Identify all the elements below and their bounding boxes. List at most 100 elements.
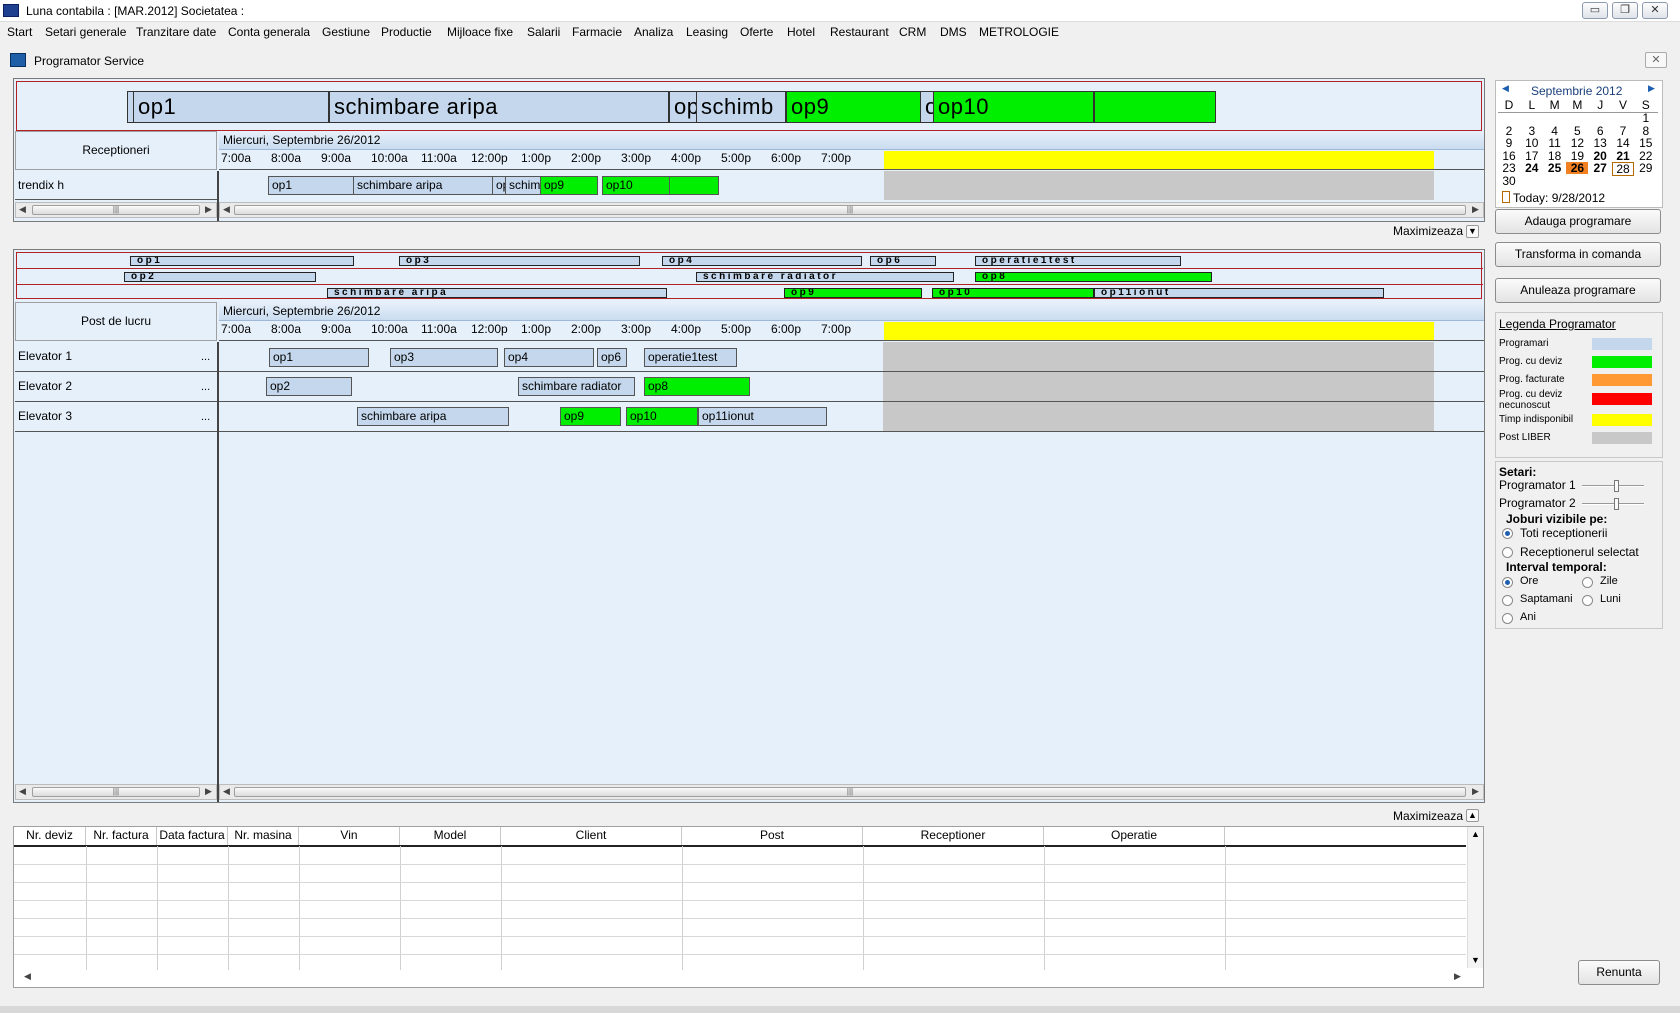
calendar-day[interactable]: 19 bbox=[1566, 150, 1588, 162]
scroll-right-icon[interactable]: ▶ bbox=[205, 786, 212, 797]
calendar-day[interactable]: 28 bbox=[1612, 162, 1634, 176]
restore-button[interactable]: ❐ bbox=[1612, 2, 1638, 19]
post-row-more[interactable]: ... bbox=[201, 411, 210, 423]
column-header[interactable]: Nr. deviz bbox=[14, 827, 86, 845]
scroll-right-icon[interactable]: ▶ bbox=[1472, 204, 1479, 215]
menu-hotel[interactable]: Hotel bbox=[787, 25, 815, 39]
close-button[interactable]: ✕ bbox=[1642, 2, 1668, 19]
table-row[interactable] bbox=[14, 864, 1466, 865]
column-header[interactable]: Nr. factura bbox=[86, 827, 157, 845]
appointment[interactable]: schimbare radiator bbox=[518, 377, 635, 396]
appointment[interactable]: schimbare aripa bbox=[353, 176, 493, 195]
empty-schedule-area[interactable] bbox=[219, 433, 1484, 783]
calendar-day[interactable]: 2 bbox=[1498, 125, 1520, 137]
programator1-slider-handle[interactable] bbox=[1614, 480, 1619, 492]
column-header[interactable]: Post bbox=[682, 827, 863, 845]
calendar-day[interactable]: 21 bbox=[1612, 150, 1634, 162]
column-header[interactable]: Data factura bbox=[157, 827, 228, 845]
calendar-day[interactable]: 3 bbox=[1521, 125, 1543, 137]
menu-farmacie[interactable]: Farmacie bbox=[572, 25, 622, 39]
today-link[interactable]: Today: 9/28/2012 bbox=[1513, 191, 1605, 205]
calendar-day[interactable]: 24 bbox=[1521, 162, 1543, 174]
jobs-selected-label[interactable]: Receptionerul selectat bbox=[1520, 545, 1639, 559]
interval-ani-radio[interactable] bbox=[1502, 613, 1513, 624]
post-row-label[interactable]: Elevator 2 bbox=[15, 372, 217, 402]
column-header[interactable]: Client bbox=[501, 827, 682, 845]
menu-start[interactable]: Start bbox=[7, 25, 32, 39]
grid-horizontal-scrollbar[interactable]: ◀ ||| ▶ bbox=[219, 784, 1484, 800]
calendar-day[interactable]: 18 bbox=[1544, 150, 1566, 162]
column-header[interactable]: Nr. masina bbox=[228, 827, 299, 845]
appointment[interactable]: op10 bbox=[602, 176, 670, 195]
table-row[interactable] bbox=[14, 900, 1466, 901]
interval-saptamani-radio[interactable] bbox=[1502, 595, 1513, 606]
grid-horizontal-scrollbar[interactable]: ◀ ||| ▶ bbox=[219, 202, 1484, 218]
calendar-day[interactable]: 6 bbox=[1589, 125, 1611, 137]
appointment[interactable]: op6 bbox=[597, 348, 627, 367]
overview-bar[interactable]: o bbox=[920, 91, 934, 123]
overview-bar[interactable]: op10 bbox=[933, 91, 1094, 123]
menu-crm[interactable]: CRM bbox=[899, 25, 926, 39]
programator2-slider[interactable] bbox=[1582, 503, 1644, 505]
scroll-left-icon[interactable]: ◀ bbox=[19, 786, 26, 797]
prev-month-icon[interactable]: ◀ bbox=[1502, 83, 1509, 94]
calendar-day[interactable]: 12 bbox=[1566, 137, 1588, 149]
calendar-day[interactable]: 13 bbox=[1589, 137, 1611, 149]
calendar-day[interactable]: 9 bbox=[1498, 137, 1520, 149]
calendar-day[interactable]: 7 bbox=[1612, 125, 1634, 137]
scroll-right-icon[interactable]: ▶ bbox=[205, 204, 212, 215]
minimize-button[interactable]: ▭ bbox=[1582, 2, 1608, 19]
post-row-more[interactable]: ... bbox=[201, 381, 210, 393]
programator1-slider[interactable] bbox=[1582, 485, 1644, 487]
transform-to-order-button[interactable]: Transforma in comanda bbox=[1495, 242, 1661, 267]
appointment[interactable]: op9 bbox=[540, 176, 598, 195]
calendar-day[interactable]: 27 bbox=[1589, 162, 1611, 174]
calendar-day[interactable]: 5 bbox=[1566, 125, 1588, 137]
appointment[interactable]: schimb bbox=[505, 176, 541, 195]
calendar-day[interactable]: 14 bbox=[1612, 137, 1634, 149]
overview-mini-bar[interactable]: op4 bbox=[662, 256, 862, 266]
calendar-day[interactable]: 1 bbox=[1635, 112, 1657, 124]
overview-bar[interactable] bbox=[1094, 91, 1216, 123]
calendar-day[interactable]: 29 bbox=[1635, 162, 1657, 174]
receptioner-row-label[interactable]: trendix h bbox=[15, 171, 217, 200]
appointment[interactable]: op1 bbox=[269, 348, 369, 367]
maximize-bottom-label[interactable]: Maximizeaza bbox=[1393, 809, 1463, 823]
menu-productie[interactable]: Productie bbox=[381, 25, 432, 39]
scroll-down-icon[interactable]: ▼ bbox=[1471, 955, 1480, 965]
calendar-day[interactable]: 20 bbox=[1589, 150, 1611, 162]
appointment[interactable]: op3 bbox=[390, 348, 498, 367]
post-row-label[interactable]: Elevator 1 bbox=[15, 342, 217, 372]
interval-luni-label[interactable]: Luni bbox=[1600, 593, 1621, 605]
overview-mini-bar[interactable]: op2 bbox=[124, 272, 316, 282]
appointment[interactable] bbox=[669, 176, 719, 195]
menu-tranzitare-date[interactable]: Tranzitare date bbox=[136, 25, 216, 39]
scroll-thumb[interactable]: ||| bbox=[234, 205, 1466, 215]
appointment[interactable]: op8 bbox=[644, 377, 750, 396]
overview-mini-bar[interactable]: op1 bbox=[130, 256, 354, 266]
calendar-day[interactable]: 26 bbox=[1566, 162, 1589, 174]
appointment[interactable]: op10 bbox=[626, 407, 698, 426]
overview-mini-bar[interactable]: op10 bbox=[932, 288, 1094, 298]
overview-mini-bar[interactable]: op6 bbox=[870, 256, 936, 266]
jobs-all-label[interactable]: Toti receptionerii bbox=[1520, 526, 1607, 540]
appointment[interactable]: op2 bbox=[266, 377, 352, 396]
overview-bar[interactable]: op9 bbox=[786, 91, 921, 123]
interval-ani-label[interactable]: Ani bbox=[1520, 611, 1536, 623]
overview-mini-bar[interactable]: op3 bbox=[399, 256, 640, 266]
interval-ore-label[interactable]: Ore bbox=[1520, 575, 1538, 587]
post-row-grid[interactable]: schimbare aripa op9 op10 op11ionut bbox=[219, 402, 1484, 432]
overview-mini-bar[interactable]: schimbare aripa bbox=[327, 288, 667, 298]
menu-mijloace-fixe[interactable]: Mijloace fixe bbox=[447, 25, 513, 39]
table-row[interactable] bbox=[14, 954, 1466, 955]
menu-metrologie[interactable]: METROLOGIE bbox=[979, 25, 1059, 39]
calendar-month-title[interactable]: Septembrie 2012 bbox=[1531, 84, 1622, 98]
next-month-icon[interactable]: ▶ bbox=[1648, 83, 1655, 94]
maximize-top-label[interactable]: Maximizeaza bbox=[1393, 224, 1463, 238]
child-close-button[interactable]: ✕ bbox=[1645, 52, 1667, 68]
scroll-thumb[interactable]: ||| bbox=[234, 787, 1466, 797]
interval-ore-radio[interactable] bbox=[1502, 577, 1513, 588]
post-row-grid[interactable]: op2 schimbare radiator op8 bbox=[219, 372, 1484, 402]
post-row-grid[interactable]: op1 op3 op4 op6 operatie1test bbox=[219, 342, 1484, 372]
post-row-more[interactable]: ... bbox=[201, 351, 210, 363]
